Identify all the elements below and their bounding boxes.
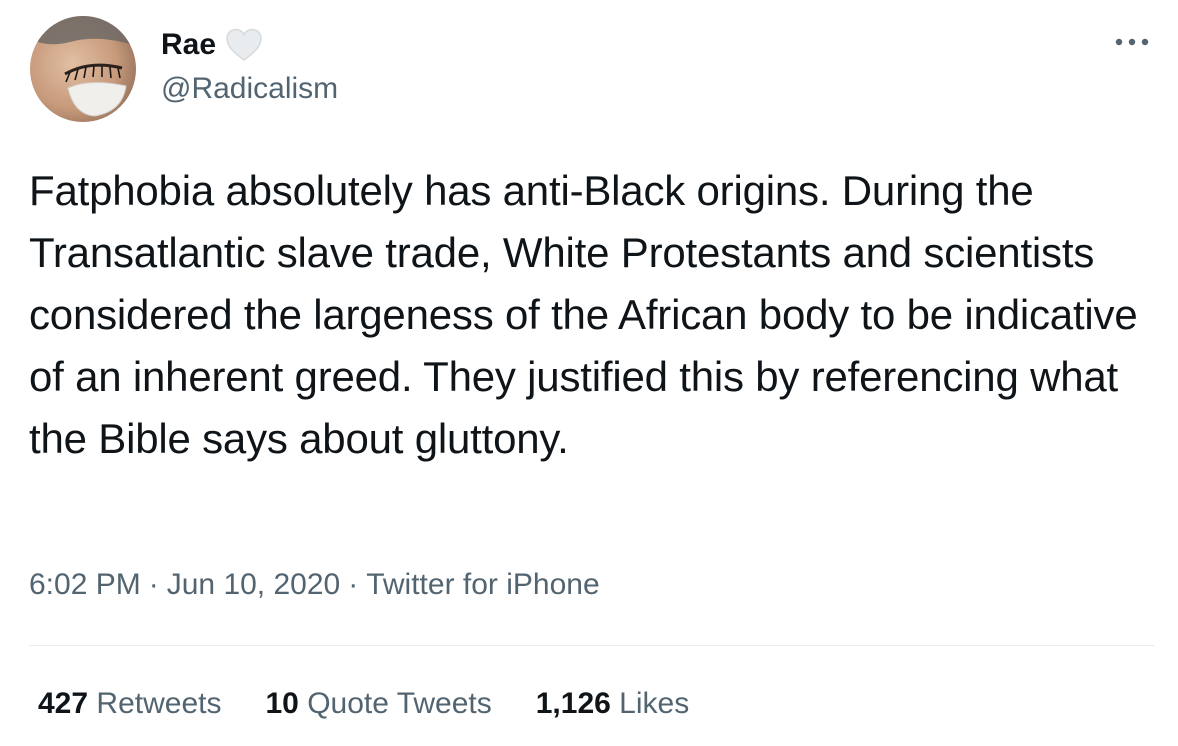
more-button[interactable] (1110, 30, 1154, 54)
author-name-row: Rae (161, 24, 263, 66)
likes-count: 1,126 (535, 687, 611, 720)
quote-tweets-count: 10 (265, 687, 299, 720)
tweet-time[interactable]: 6:02 PM (29, 568, 141, 601)
more-horizontal-icon (1115, 38, 1149, 46)
meta-separator: · (348, 568, 359, 601)
tweet-text: Fatphobia absolutely has anti-Black orig… (29, 167, 1138, 462)
tweet-metadata: 6:02 PM · Jun 10, 2020 · Twitter for iPhone (29, 566, 600, 604)
likes-label: Likes (619, 687, 690, 720)
meta-separator: · (148, 568, 159, 601)
divider (29, 645, 1154, 646)
likes-stat[interactable]: 1,126 Likes (536, 685, 689, 723)
heart-outline-icon (225, 28, 263, 62)
user-handle[interactable]: @Radicalism (161, 70, 338, 108)
quote-tweets-stat[interactable]: 10 Quote Tweets (265, 685, 491, 723)
retweets-count: 427 (38, 687, 89, 720)
avatar[interactable] (30, 16, 136, 122)
tweet-date[interactable]: Jun 10, 2020 (167, 568, 340, 601)
quote-tweets-label: Quote Tweets (307, 687, 492, 720)
retweets-label: Retweets (96, 687, 222, 720)
retweets-stat[interactable]: 427 Retweets (38, 685, 221, 723)
engagement-stats: 427 Retweets 10 Quote Tweets 1,126 Likes (38, 685, 689, 723)
avatar-image (30, 16, 136, 122)
tweet-source[interactable]: Twitter for iPhone (366, 568, 599, 601)
display-name[interactable]: Rae (161, 24, 216, 66)
